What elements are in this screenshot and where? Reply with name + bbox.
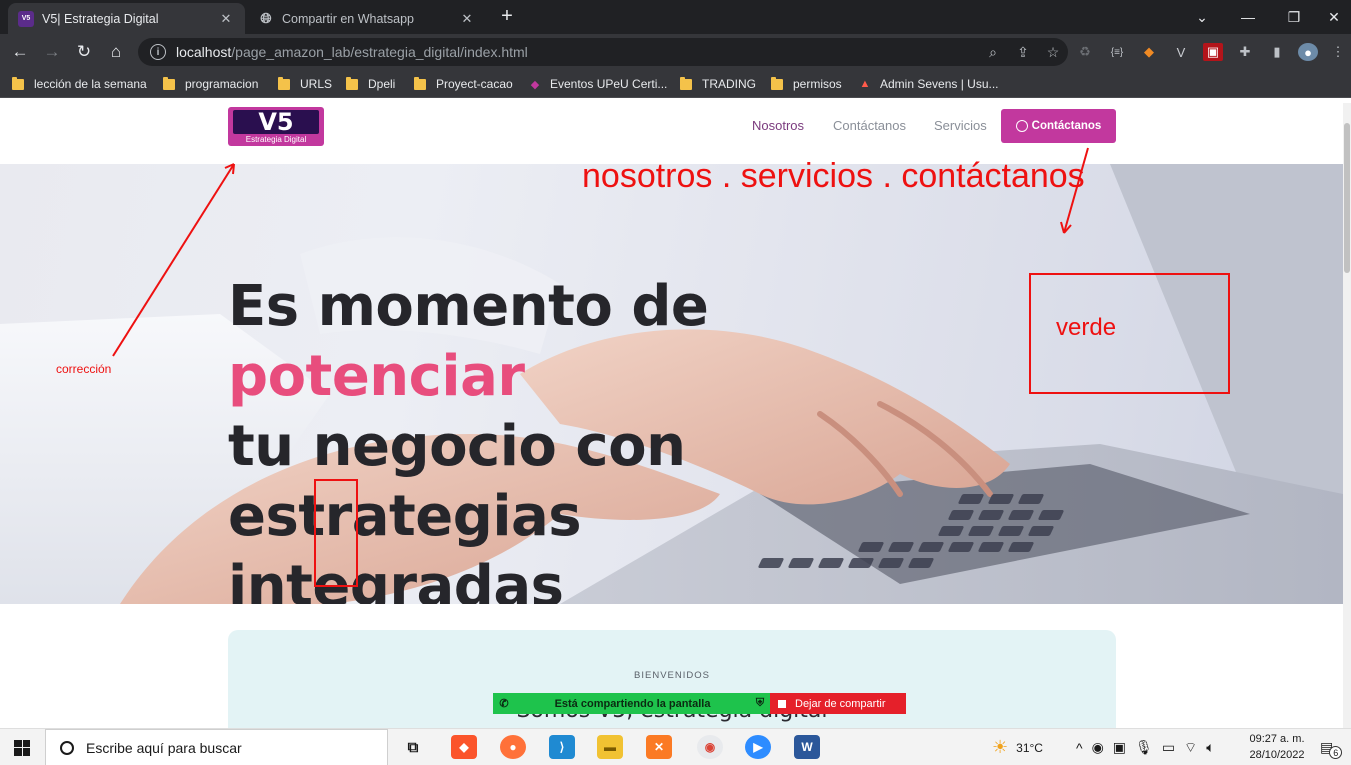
annotation-logo-note: corrección bbox=[56, 362, 112, 376]
taskbar-search[interactable]: Escribe aquí para buscar bbox=[45, 729, 388, 765]
sun-cloud-icon: ☀ bbox=[992, 737, 1009, 757]
volume-icon[interactable]: 🔈︎ bbox=[1206, 739, 1223, 756]
annotation-arrow-logo bbox=[112, 163, 235, 357]
stop-square-icon bbox=[778, 699, 786, 708]
annotation-color-note: verde bbox=[1056, 314, 1117, 341]
weather-widget[interactable]: ☀ 31°C bbox=[992, 729, 1043, 765]
taskbar-clock[interactable]: 09:27 a. m. 28/10/2022 bbox=[1246, 731, 1308, 763]
chrome-icon[interactable]: ◉ bbox=[697, 735, 723, 759]
chevron-up-icon[interactable]: ^ bbox=[1076, 740, 1092, 756]
microphone-icon[interactable]: 🎙︎ bbox=[1135, 739, 1162, 756]
record-icon[interactable]: ◉ bbox=[1092, 739, 1113, 756]
xampp-icon[interactable]: ✕ bbox=[646, 735, 672, 759]
zoom-icon[interactable]: ▶ bbox=[745, 735, 771, 759]
windows-logo-icon bbox=[14, 739, 30, 756]
wifi-icon[interactable]: ⌔ bbox=[1184, 739, 1206, 757]
annotation-box-hero bbox=[314, 479, 358, 587]
system-tray-icons[interactable]: ^ ◉ ▣ 🎙︎ ▭ ⌔ 🔈︎ bbox=[1076, 729, 1224, 765]
vscode-icon[interactable]: ⟩ bbox=[549, 735, 575, 759]
word-icon[interactable]: W bbox=[794, 735, 820, 759]
phone-icon: ✆ bbox=[499, 698, 509, 710]
firefox-icon[interactable]: ● bbox=[500, 735, 526, 759]
start-button[interactable] bbox=[0, 729, 44, 765]
camera-icon[interactable]: ▣ bbox=[1113, 739, 1135, 756]
file-explorer-icon[interactable]: ▬ bbox=[597, 735, 623, 759]
stop-sharing-button[interactable]: Dejar de compartir bbox=[770, 693, 906, 714]
shield-icon: ⛨ bbox=[755, 697, 765, 709]
share-status: ✆ Está compartiendo la pantalla ⛨ bbox=[493, 693, 770, 714]
annotation-menu-note: nosotros . servicios . contáctanos bbox=[582, 157, 1085, 195]
screen-share-bar: ✆ Está compartiendo la pantalla ⛨ Dejar … bbox=[493, 693, 906, 714]
windows-taskbar: Escribe aquí para buscar ⧉ ◆ ● ⟩ ▬ ✕ ◉ ▶… bbox=[0, 728, 1351, 765]
brave-browser-icon[interactable]: ◆ bbox=[451, 735, 477, 759]
battery-icon[interactable]: ▭ bbox=[1162, 739, 1184, 756]
notification-center[interactable]: ▤ 6 bbox=[1320, 729, 1343, 765]
search-icon bbox=[60, 740, 74, 755]
task-view-icon[interactable]: ⧉ bbox=[400, 735, 426, 759]
annotation-overlay bbox=[112, 147, 1230, 587]
